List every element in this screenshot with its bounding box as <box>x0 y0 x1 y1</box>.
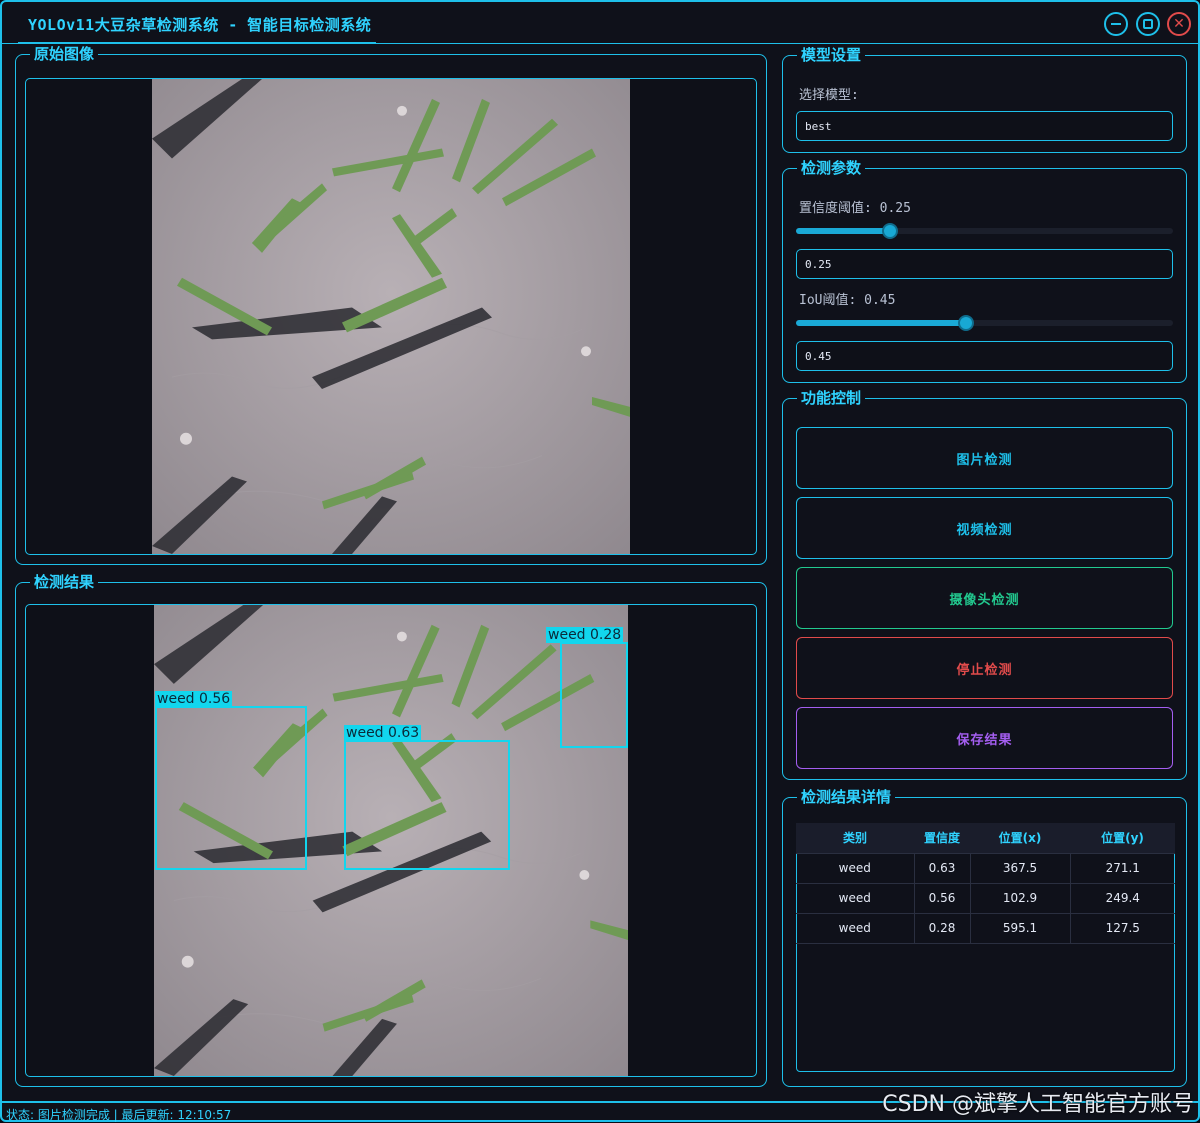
table-cell: 595.1 <box>970 913 1071 944</box>
iou-input[interactable]: 0.45 <box>796 341 1173 371</box>
table-cell: 127.5 <box>1070 913 1175 944</box>
results-table: 类别 置信度 位置(x) 位置(y) weed 0.63 367.5 271.1… <box>796 823 1175 944</box>
column-header[interactable]: 置信度 <box>914 823 970 854</box>
detection-params-panel: 检测参数 置信度阈值: 0.25 0.25 IoU阈值: 0.45 0.45 <box>782 158 1187 383</box>
iou-label: IoU阈值: 0.45 <box>799 293 896 308</box>
iou-slider[interactable] <box>796 315 1173 331</box>
minimize-button[interactable] <box>1104 12 1128 36</box>
result-photo: weed 0.63 weed 0.56 weed 0.28 <box>154 605 628 1076</box>
save-result-button[interactable]: 保存结果 <box>796 707 1173 769</box>
result-image-frame: weed 0.63 weed 0.56 weed 0.28 <box>25 604 757 1077</box>
close-icon: ✕ <box>1173 16 1185 32</box>
confidence-slider[interactable] <box>796 223 1173 239</box>
model-settings-panel: 模型设置 选择模型: best <box>782 45 1187 153</box>
table-row[interactable]: weed 0.63 367.5 271.1 <box>796 853 1175 884</box>
table-cell: 0.28 <box>914 913 971 944</box>
original-image-panel: 原始图像 <box>15 44 767 565</box>
panel-title: 检测参数 <box>797 158 866 178</box>
video-detect-button[interactable]: 视频检测 <box>796 497 1173 559</box>
watermark: CSDN @斌擎人工智能官方账号 <box>882 1092 1194 1117</box>
panel-title: 功能控制 <box>797 388 866 408</box>
slider-fill <box>796 320 966 326</box>
confidence-input[interactable]: 0.25 <box>796 249 1173 279</box>
column-header[interactable]: 位置(y) <box>1070 823 1175 854</box>
detection-result-panel: 检测结果 weed 0.63 weed 0.56 weed 0.28 <box>15 572 767 1087</box>
result-details-panel: 检测结果详情 类别 置信度 位置(x) 位置(y) weed 0.63 367.… <box>782 787 1187 1087</box>
slider-handle[interactable] <box>882 223 898 239</box>
model-select-label: 选择模型: <box>799 88 859 103</box>
minimize-icon <box>1111 23 1121 25</box>
title-bar[interactable]: YOLOv11大豆杂草检测系统 - 智能目标检测系统 ✕ <box>2 2 1198 44</box>
table-cell: weed <box>796 883 915 914</box>
maximize-icon <box>1143 19 1153 29</box>
detection-box: weed 0.56 <box>155 691 307 870</box>
confidence-label: 置信度阈值: 0.25 <box>799 201 911 216</box>
table-cell: 367.5 <box>970 853 1071 884</box>
table-row[interactable]: weed 0.56 102.9 249.4 <box>796 883 1175 914</box>
detection-box: weed 0.63 <box>344 725 510 870</box>
original-photo <box>152 79 630 554</box>
panel-title: 模型设置 <box>797 45 866 65</box>
detection-label: weed 0.28 <box>546 627 624 643</box>
slider-handle[interactable] <box>958 315 974 331</box>
main-window: YOLOv11大豆杂草检测系统 - 智能目标检测系统 ✕ 原始图像 检测结果 w… <box>0 0 1200 1122</box>
table-cell: 102.9 <box>970 883 1071 914</box>
maximize-button[interactable] <box>1136 12 1160 36</box>
image-detect-button[interactable]: 图片检测 <box>796 427 1173 489</box>
panel-title: 原始图像 <box>30 44 99 64</box>
panel-title: 检测结果详情 <box>797 787 896 807</box>
column-header[interactable]: 类别 <box>796 823 914 854</box>
table-cell: weed <box>796 913 915 944</box>
detection-label: weed 0.63 <box>344 725 422 741</box>
original-image-frame <box>25 78 757 555</box>
table-cell: 271.1 <box>1070 853 1175 884</box>
model-select[interactable]: best <box>796 111 1173 141</box>
status-text: 状态: 图片检测完成 | 最后更新: 12:10:57 <box>6 1108 232 1122</box>
column-header[interactable]: 位置(x) <box>970 823 1070 854</box>
stop-detect-button[interactable]: 停止检测 <box>796 637 1173 699</box>
function-control-panel: 功能控制 图片检测 视频检测 摄像头检测 停止检测 保存结果 <box>782 388 1187 780</box>
table-cell: weed <box>796 853 915 884</box>
close-button[interactable]: ✕ <box>1167 12 1191 36</box>
table-cell: 249.4 <box>1070 883 1175 914</box>
table-header-row: 类别 置信度 位置(x) 位置(y) <box>796 823 1175 854</box>
table-cell: 0.63 <box>914 853 971 884</box>
detection-label: weed 0.56 <box>155 691 233 707</box>
table-row[interactable]: weed 0.28 595.1 127.5 <box>796 913 1175 944</box>
camera-detect-button[interactable]: 摄像头检测 <box>796 567 1173 629</box>
panel-title: 检测结果 <box>30 572 99 592</box>
slider-fill <box>796 228 890 234</box>
table-cell: 0.56 <box>914 883 971 914</box>
window-title: YOLOv11大豆杂草检测系统 - 智能目标检测系统 <box>28 16 372 34</box>
detection-box: weed 0.28 <box>546 627 628 748</box>
